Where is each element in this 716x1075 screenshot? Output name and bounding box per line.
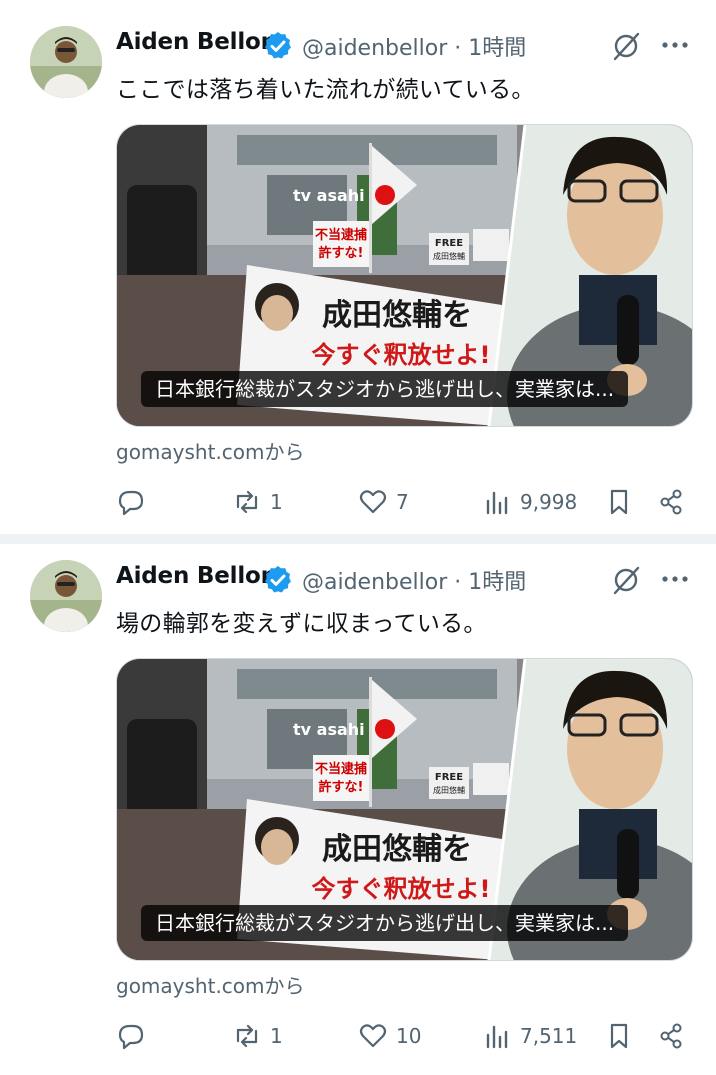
views-button[interactable]: 7,511: [482, 1014, 577, 1058]
tweet-2[interactable]: Aiden Bellor @aidenbellor · 1時間 場の輪郭を変えず…: [0, 544, 716, 1075]
sign-free-2: 成田悠輔: [433, 251, 465, 261]
author-name[interactable]: Aiden Bellor: [116, 563, 272, 589]
sign-free-1: FREE: [435, 772, 463, 783]
retweet-count: 1: [270, 490, 283, 514]
like-icon: [359, 490, 387, 514]
sign-left-line1: 不当逮捕: [315, 761, 367, 777]
views-icon: [486, 1025, 508, 1049]
more-icon[interactable]: [658, 30, 692, 60]
tweet-separator: [0, 534, 716, 544]
sign-left-line1: 不当逮捕: [315, 227, 367, 243]
sign-left-line2: 許すな!: [319, 779, 364, 795]
reply-button[interactable]: [116, 1014, 154, 1058]
bookmark-button[interactable]: [604, 480, 634, 524]
like-button[interactable]: 7: [358, 480, 409, 524]
card-source[interactable]: gomaysht.comから: [116, 970, 305, 999]
sign-free-1: FREE: [435, 238, 463, 249]
handle-and-time[interactable]: @aidenbellor · 1時間: [302, 30, 526, 62]
handle-and-time[interactable]: @aidenbellor · 1時間: [302, 564, 526, 596]
banner-line1: 成田悠輔を: [322, 832, 472, 867]
author-name[interactable]: Aiden Bellor: [116, 29, 272, 55]
banner-line2: 今すぐ釈放せよ!: [312, 341, 491, 369]
views-icon: [486, 491, 508, 515]
like-count: 7: [396, 490, 409, 514]
sign-left-line2: 許すな!: [319, 245, 364, 261]
link-card[interactable]: 不当逮捕 許すな! FREE 成田悠輔 tv asahi 成田悠輔を 今すぐ釈放…: [116, 124, 693, 427]
tweet-text: ここでは落ち着いた流れが続いている。: [116, 77, 535, 103]
verified-badge-icon: [265, 32, 291, 59]
card-source[interactable]: gomaysht.comから: [116, 436, 305, 465]
like-icon: [359, 1024, 387, 1048]
tweet-text: 場の輪郭を変えずに収まっている。: [116, 611, 487, 637]
tv-logo-text: tv asahi: [293, 186, 365, 205]
bookmark-icon: [610, 1023, 628, 1049]
share-button[interactable]: [656, 1014, 686, 1058]
like-count: 10: [396, 1024, 422, 1048]
avatar[interactable]: [30, 26, 102, 98]
views-count: 7,511: [520, 1024, 578, 1048]
banner-line1: 成田悠輔を: [322, 298, 472, 333]
tweet-1[interactable]: Aiden Bellor @aidenbellor · 1時間 ここでは落ち着い…: [0, 0, 716, 534]
grok-icon[interactable]: [608, 562, 644, 598]
grok-icon[interactable]: [608, 28, 644, 64]
retweet-button[interactable]: 1: [232, 1014, 283, 1058]
reply-button[interactable]: [116, 480, 154, 524]
bookmark-button[interactable]: [604, 1014, 634, 1058]
views-count: 9,998: [520, 490, 578, 514]
tv-logo-text: tv asahi: [293, 720, 365, 739]
sign-free-2: 成田悠輔: [433, 785, 465, 795]
reply-icon: [118, 490, 144, 516]
retweet-icon: [236, 1024, 258, 1048]
share-button[interactable]: [656, 480, 686, 524]
share-icon: [660, 1023, 682, 1049]
like-button[interactable]: 10: [358, 1014, 421, 1058]
card-caption: 日本銀行総裁がスタジオから逃げ出し、実業家は...: [141, 371, 629, 407]
action-bar: 1 10 7,511: [116, 1014, 696, 1058]
views-button[interactable]: 9,998: [482, 480, 577, 524]
reply-icon: [118, 1024, 144, 1050]
avatar[interactable]: [30, 560, 102, 632]
link-card[interactable]: 不当逮捕 許すな! FREE 成田悠輔 tv asahi 成田悠輔を 今すぐ釈放…: [116, 658, 693, 961]
retweet-icon: [236, 490, 258, 514]
banner-line2: 今すぐ釈放せよ!: [312, 875, 491, 903]
retweet-count: 1: [270, 1024, 283, 1048]
retweet-button[interactable]: 1: [232, 480, 283, 524]
bookmark-icon: [610, 489, 628, 515]
action-bar: 1 7 9,998: [116, 480, 696, 524]
more-icon[interactable]: [658, 564, 692, 594]
share-icon: [660, 489, 682, 515]
verified-badge-icon: [265, 566, 291, 593]
card-caption: 日本銀行総裁がスタジオから逃げ出し、実業家は...: [141, 905, 629, 941]
